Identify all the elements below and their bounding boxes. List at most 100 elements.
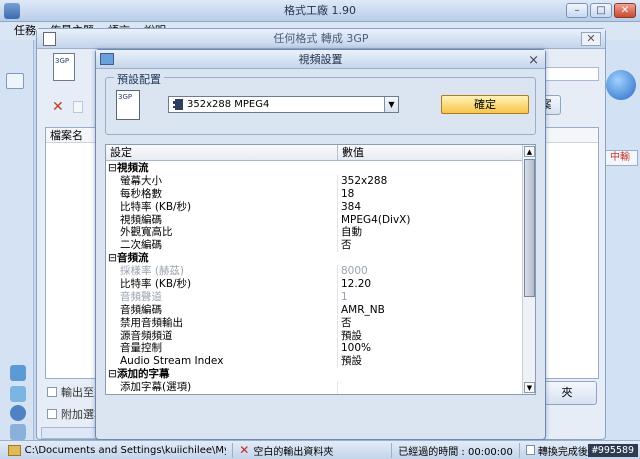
setting-value[interactable]: 預設 xyxy=(338,330,523,343)
delete-icon[interactable]: ✕ xyxy=(52,99,64,115)
setting-name: 音量控制 xyxy=(106,342,338,356)
setting-name: 音頻聲道 xyxy=(106,290,338,304)
empty-output-label[interactable]: 空白的輸出資料夾 xyxy=(253,443,333,458)
grid-setting-row[interactable]: 比特率 (KB/秒) 384 xyxy=(106,200,523,214)
grid-setting-row[interactable]: 音頻聲道 1 xyxy=(106,290,523,304)
folder-icon[interactable] xyxy=(8,444,21,456)
grid-category-row[interactable]: ⊟音頻流 xyxy=(106,252,523,265)
sidebar-image-icon[interactable] xyxy=(10,386,26,402)
shutdown-checkbox[interactable] xyxy=(525,445,535,455)
setting-value[interactable]: 否 xyxy=(338,317,523,330)
setting-value[interactable]: 1 xyxy=(338,291,523,304)
grid-setting-row[interactable]: 每秒格數 18 xyxy=(106,187,523,201)
ok-button[interactable]: 確定 xyxy=(441,95,529,114)
collapse-icon[interactable]: ⊟ xyxy=(108,368,117,381)
collapse-icon[interactable]: ⊟ xyxy=(108,252,117,265)
grid-body: ⊟視頻流 螢幕大小 352x288 每秒格數 18 比特率 (KB/秒) 384 視頻編碼 MP… xyxy=(106,162,523,394)
chevron-down-icon[interactable]: ▼ xyxy=(384,97,398,112)
dialog-title-bar: 視頻設置 × xyxy=(96,50,545,69)
setting-name: ⊟添加的字幕 xyxy=(106,368,338,381)
setting-name: Audio Stream Index xyxy=(106,355,338,369)
category-label: 音頻流 xyxy=(117,252,149,265)
shutdown-label: 轉換完成後 xyxy=(537,446,588,458)
converter-title: 任何格式 轉成 3GP xyxy=(273,32,369,45)
column-value: 數值 xyxy=(342,146,364,159)
append-name-checkbox[interactable] xyxy=(47,409,57,419)
grid-setting-row[interactable]: Audio Stream Index 預設 xyxy=(106,355,523,369)
dialog-title: 視頻設置 xyxy=(298,53,343,66)
grid-setting-row[interactable]: 採樣率 (赫茲) 8000 xyxy=(106,265,523,279)
setting-value[interactable]: 384 xyxy=(338,201,523,214)
3gp-format-icon: 3GP xyxy=(53,53,75,81)
elapsed-time: 已經過的時間 : 00:00:00 xyxy=(398,446,513,458)
preset-dropdown[interactable]: 352x288 MPEG4 ▼ xyxy=(168,96,399,113)
sidebar-audio-icon[interactable] xyxy=(10,365,26,381)
output-path: C:\Documents and Settings\kuiichilee\My … xyxy=(24,444,227,456)
grid-category-row[interactable]: ⊟添加的字幕 xyxy=(106,368,523,381)
sidebar-tools-icon[interactable] xyxy=(10,424,26,440)
setting-name: 禁用音頻輸出 xyxy=(106,316,338,330)
converter-title-bar: 任何格式 轉成 3GP ✕ xyxy=(37,29,605,49)
grid-setting-row[interactable]: 禁用音頻輸出否 xyxy=(106,316,523,330)
right-tag: 中輸 xyxy=(602,150,638,166)
menu-task[interactable]: 任務 xyxy=(14,22,36,40)
left-sidebar xyxy=(0,40,34,440)
setting-value[interactable]: MPEG4(DivX) xyxy=(338,214,523,227)
grid-setting-row[interactable]: 二次編碼否 xyxy=(106,239,523,253)
clear-icon[interactable] xyxy=(73,101,83,113)
sidebar-disc-icon[interactable] xyxy=(10,405,26,421)
grid-setting-row[interactable]: 比特率 (KB/秒) 12.20 xyxy=(106,278,523,291)
grid-setting-row[interactable]: 外觀寬高比 自動 xyxy=(106,226,523,240)
right-sidebar: 中輸 xyxy=(600,40,640,440)
setting-value xyxy=(338,252,523,265)
setting-name: 外觀寬高比 xyxy=(106,226,338,240)
scroll-down-button[interactable]: ▼ xyxy=(524,382,535,393)
3gp-file-icon xyxy=(43,32,56,46)
video-settings-dialog: 視頻設置 × 預設配置 3GP 352x288 MPEG4 ▼ 確定 設定 數值… xyxy=(95,49,546,440)
close-button[interactable]: ✕ xyxy=(614,3,636,18)
setting-value xyxy=(338,162,523,175)
setting-name: ⊟音頻流 xyxy=(106,252,338,265)
scroll-up-button[interactable]: ▲ xyxy=(524,146,535,157)
collapse-icon[interactable]: ⊟ xyxy=(108,162,117,175)
divider xyxy=(232,442,234,458)
grid-setting-row[interactable]: 螢幕大小 352x288 xyxy=(106,174,523,188)
output-checkbox[interactable] xyxy=(47,387,57,397)
setting-name: 二次編碼 xyxy=(106,239,338,253)
divider xyxy=(391,442,393,458)
setting-value[interactable]: 100% xyxy=(338,342,523,355)
grid-setting-row[interactable]: 音量控制 100% xyxy=(106,342,523,356)
setting-name: ⊟視頻流 xyxy=(106,162,338,175)
setting-value[interactable]: AMR_NB xyxy=(338,304,523,317)
setting-name: 添加字幕(選項) xyxy=(106,381,338,394)
setting-value[interactable]: 預設 xyxy=(338,355,523,368)
setting-value[interactable]: 18 xyxy=(338,188,523,201)
setting-name: 採樣率 (赫茲) xyxy=(106,265,338,279)
setting-name: 音頻編碼 xyxy=(106,303,338,317)
setting-value[interactable]: 自動 xyxy=(338,226,523,239)
preset-label: 預設配置 xyxy=(114,71,164,87)
setting-value[interactable]: 352x288 xyxy=(338,175,523,188)
dialog-close-button[interactable]: × xyxy=(528,51,539,70)
grid-scrollbar[interactable]: ▲ ▼ xyxy=(522,145,535,394)
grid-setting-row[interactable]: 音頻編碼 AMR_NB xyxy=(106,303,523,317)
scroll-thumb[interactable] xyxy=(524,159,535,297)
app-logo-icon xyxy=(4,3,20,19)
globe-icon xyxy=(606,70,636,100)
divider xyxy=(518,442,520,458)
add-folder-button[interactable]: 夾 xyxy=(537,381,597,405)
grid-setting-row[interactable]: 源音頻頻道 預設 xyxy=(106,329,523,343)
setting-value[interactable] xyxy=(338,381,523,394)
category-label: 視頻流 xyxy=(117,162,149,174)
minimize-button[interactable]: – xyxy=(566,3,588,18)
setting-value[interactable]: 否 xyxy=(338,239,523,252)
sidebar-video-icon[interactable] xyxy=(6,73,24,89)
grid-setting-row[interactable]: 添加字幕(選項) xyxy=(106,381,523,394)
grid-category-row[interactable]: ⊟視頻流 xyxy=(106,162,523,175)
setting-name: 每秒格數 xyxy=(106,187,338,201)
maximize-button[interactable]: □ xyxy=(590,3,612,18)
setting-value[interactable]: 12.20 xyxy=(338,278,523,291)
converter-close-button[interactable]: ✕ xyxy=(581,32,601,46)
grid-setting-row[interactable]: 視頻編碼 MPEG4(DivX) xyxy=(106,213,523,227)
setting-value[interactable]: 8000 xyxy=(338,265,523,278)
